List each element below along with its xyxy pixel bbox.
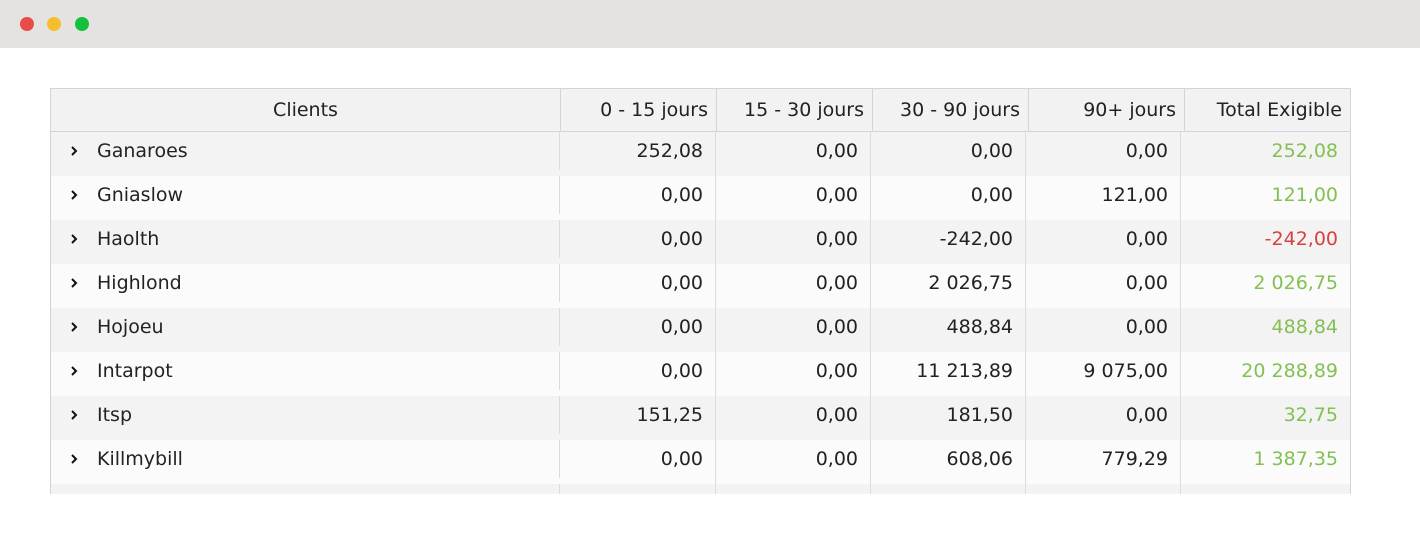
total-cell: 1 387,35 bbox=[1253, 448, 1338, 470]
total-cell bbox=[1181, 484, 1350, 494]
bucket-0-15-cell: 0,00 bbox=[560, 352, 716, 396]
bucket-90-plus-cell: 0,00 bbox=[1026, 220, 1181, 264]
bucket-90-plus-cell: 0,00 bbox=[1026, 396, 1181, 440]
column-header-clients[interactable]: Clients bbox=[51, 89, 561, 131]
bucket-15-30-cell: 0,00 bbox=[716, 352, 871, 396]
bucket-0-15-cell: 0,00 bbox=[560, 308, 716, 352]
client-cell bbox=[51, 484, 560, 494]
window-titlebar bbox=[0, 0, 1420, 48]
client-name: Killmybill bbox=[97, 448, 183, 470]
total-cell: 488,84 bbox=[1271, 316, 1338, 338]
client-cell: Gniaslow bbox=[51, 176, 560, 214]
bucket-0-15-cell: 0,00 bbox=[560, 264, 716, 308]
bucket-15-30-cell: 0,00 bbox=[716, 176, 871, 220]
total-cell: 32,75 bbox=[1283, 404, 1338, 426]
total-cell: 252,08 bbox=[1271, 140, 1338, 162]
client-name: Highlond bbox=[97, 272, 182, 294]
bucket-90-plus-cell: 121,00 bbox=[1026, 176, 1181, 220]
bucket-15-30-cell bbox=[716, 484, 871, 494]
bucket-90-plus-cell: 0,00 bbox=[1026, 264, 1181, 308]
table-header: Clients 0 - 15 jours 15 - 30 jours 30 - … bbox=[51, 88, 1350, 132]
chevron-right-icon[interactable] bbox=[69, 146, 79, 156]
total-cell: 20 288,89 bbox=[1241, 360, 1338, 382]
chevron-right-icon[interactable] bbox=[69, 234, 79, 244]
table-row[interactable]: Hojoeu 0,00 0,00 488,84 0,00 488,84 bbox=[51, 308, 1350, 352]
bucket-0-15-cell: 151,25 bbox=[560, 396, 716, 440]
maximize-window-button[interactable] bbox=[75, 17, 89, 31]
client-name: Intarpot bbox=[97, 360, 173, 382]
bucket-30-90-cell: 11 213,89 bbox=[871, 352, 1026, 396]
client-cell: Highlond bbox=[51, 264, 560, 302]
table-row[interactable]: Intarpot 0,00 0,00 11 213,89 9 075,00 20 288,… bbox=[51, 352, 1350, 396]
column-header-15-30[interactable]: 15 - 30 jours bbox=[717, 89, 873, 131]
bucket-90-plus-cell bbox=[1026, 484, 1181, 494]
chevron-right-icon[interactable] bbox=[69, 410, 79, 420]
chevron-right-icon[interactable] bbox=[69, 322, 79, 332]
table-row[interactable]: Itsp 151,25 0,00 181,50 0,00 32,75 bbox=[51, 396, 1350, 440]
table-row[interactable]: Gniaslow 0,00 0,00 0,00 121,00 121,00 bbox=[51, 176, 1350, 220]
client-cell: Ganaroes bbox=[51, 132, 560, 170]
client-name: Ganaroes bbox=[97, 140, 188, 162]
bucket-30-90-cell: 0,00 bbox=[871, 176, 1026, 220]
table-row[interactable]: Killmybill 0,00 0,00 608,06 779,29 1 387,35 bbox=[51, 440, 1350, 484]
bucket-30-90-cell: 0,00 bbox=[871, 132, 1026, 176]
bucket-30-90-cell: 2 026,75 bbox=[871, 264, 1026, 308]
bucket-0-15-cell bbox=[560, 484, 716, 494]
bucket-15-30-cell: 0,00 bbox=[716, 220, 871, 264]
bucket-15-30-cell: 0,00 bbox=[716, 308, 871, 352]
bucket-30-90-cell bbox=[871, 484, 1026, 494]
bucket-0-15-cell: 0,00 bbox=[560, 220, 716, 264]
bucket-90-plus-cell: 0,00 bbox=[1026, 132, 1181, 176]
chevron-right-icon[interactable] bbox=[69, 454, 79, 464]
bucket-90-plus-cell: 9 075,00 bbox=[1026, 352, 1181, 396]
client-cell: Haolth bbox=[51, 220, 560, 258]
column-header-total[interactable]: Total Exigible bbox=[1185, 89, 1350, 131]
client-name: Gniaslow bbox=[97, 184, 184, 206]
total-cell: -242,00 bbox=[1264, 228, 1338, 250]
client-cell: Itsp bbox=[51, 396, 560, 434]
bucket-0-15-cell: 0,00 bbox=[560, 440, 716, 484]
column-header-90-plus[interactable]: 90+ jours bbox=[1029, 89, 1185, 131]
client-name: Hojoeu bbox=[97, 316, 164, 338]
bucket-90-plus-cell: 779,29 bbox=[1026, 440, 1181, 484]
aging-table: Clients 0 - 15 jours 15 - 30 jours 30 - … bbox=[50, 88, 1351, 494]
table-body: Ganaroes 252,08 0,00 0,00 0,00 252,08 Gniaslow… bbox=[51, 132, 1350, 494]
chevron-right-icon[interactable] bbox=[69, 190, 79, 200]
chevron-right-icon[interactable] bbox=[69, 366, 79, 376]
bucket-0-15-cell: 0,00 bbox=[560, 176, 716, 220]
column-header-30-90[interactable]: 30 - 90 jours bbox=[873, 89, 1029, 131]
close-window-button[interactable] bbox=[20, 17, 34, 31]
client-cell: Intarpot bbox=[51, 352, 560, 390]
column-header-0-15[interactable]: 0 - 15 jours bbox=[561, 89, 717, 131]
minimize-window-button[interactable] bbox=[47, 17, 61, 31]
bucket-90-plus-cell: 0,00 bbox=[1026, 308, 1181, 352]
client-name: Itsp bbox=[97, 404, 133, 426]
bucket-15-30-cell: 0,00 bbox=[716, 396, 871, 440]
bucket-15-30-cell: 0,00 bbox=[716, 264, 871, 308]
bucket-30-90-cell: 488,84 bbox=[871, 308, 1026, 352]
total-cell: 2 026,75 bbox=[1253, 272, 1338, 294]
bucket-30-90-cell: -242,00 bbox=[871, 220, 1026, 264]
table-row[interactable] bbox=[51, 484, 1350, 494]
client-cell: Hojoeu bbox=[51, 308, 560, 346]
client-cell: Killmybill bbox=[51, 440, 560, 478]
total-cell: 121,00 bbox=[1271, 184, 1338, 206]
table-row[interactable]: Ganaroes 252,08 0,00 0,00 0,00 252,08 bbox=[51, 132, 1350, 176]
bucket-0-15-cell: 252,08 bbox=[560, 132, 716, 176]
table-row[interactable]: Highlond 0,00 0,00 2 026,75 0,00 2 026,75 bbox=[51, 264, 1350, 308]
client-name: Haolth bbox=[97, 228, 160, 250]
bucket-30-90-cell: 181,50 bbox=[871, 396, 1026, 440]
bucket-15-30-cell: 0,00 bbox=[716, 132, 871, 176]
chevron-right-icon[interactable] bbox=[69, 278, 79, 288]
bucket-15-30-cell: 0,00 bbox=[716, 440, 871, 484]
bucket-30-90-cell: 608,06 bbox=[871, 440, 1026, 484]
table-row[interactable]: Haolth 0,00 0,00 -242,00 0,00 -242,00 bbox=[51, 220, 1350, 264]
